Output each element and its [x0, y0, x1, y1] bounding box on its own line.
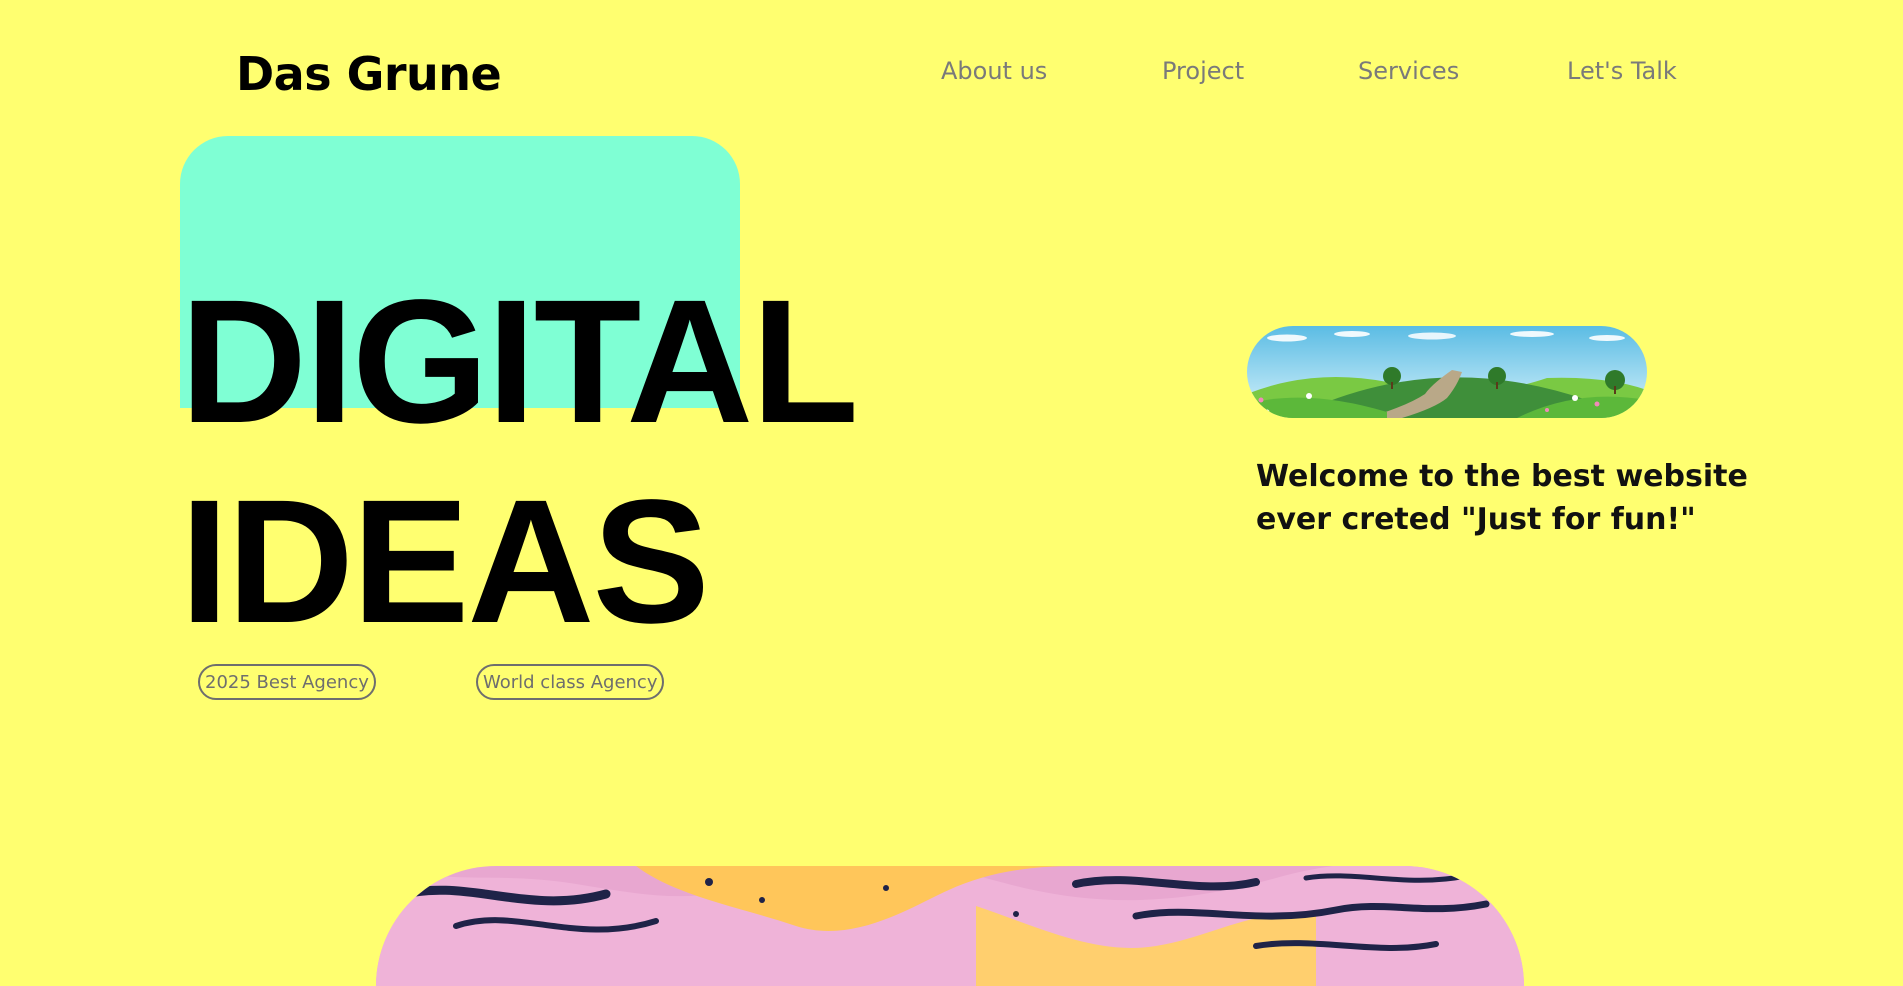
hero-headline-line1: DIGITAL [180, 264, 859, 460]
badge-world-class: World class Agency [476, 664, 665, 700]
hero-headline-line2: IDEAS [180, 464, 710, 660]
marble-banner-image [376, 866, 1524, 986]
nav-project[interactable]: Project [1162, 56, 1244, 86]
nav-about-us[interactable]: About us [941, 56, 1047, 86]
nav-services[interactable]: Services [1358, 56, 1459, 86]
nav-lets-talk[interactable]: Let's Talk [1567, 56, 1677, 86]
brand-logo[interactable]: Das Grune [236, 46, 502, 102]
badge-label: World class Agency [483, 671, 658, 693]
welcome-message: Welcome to the best website ever creted … [1256, 459, 1748, 537]
badge-label: 2025 Best Agency [205, 671, 369, 693]
badge-best-agency: 2025 Best Agency [198, 664, 376, 700]
landscape-image [1247, 326, 1647, 418]
